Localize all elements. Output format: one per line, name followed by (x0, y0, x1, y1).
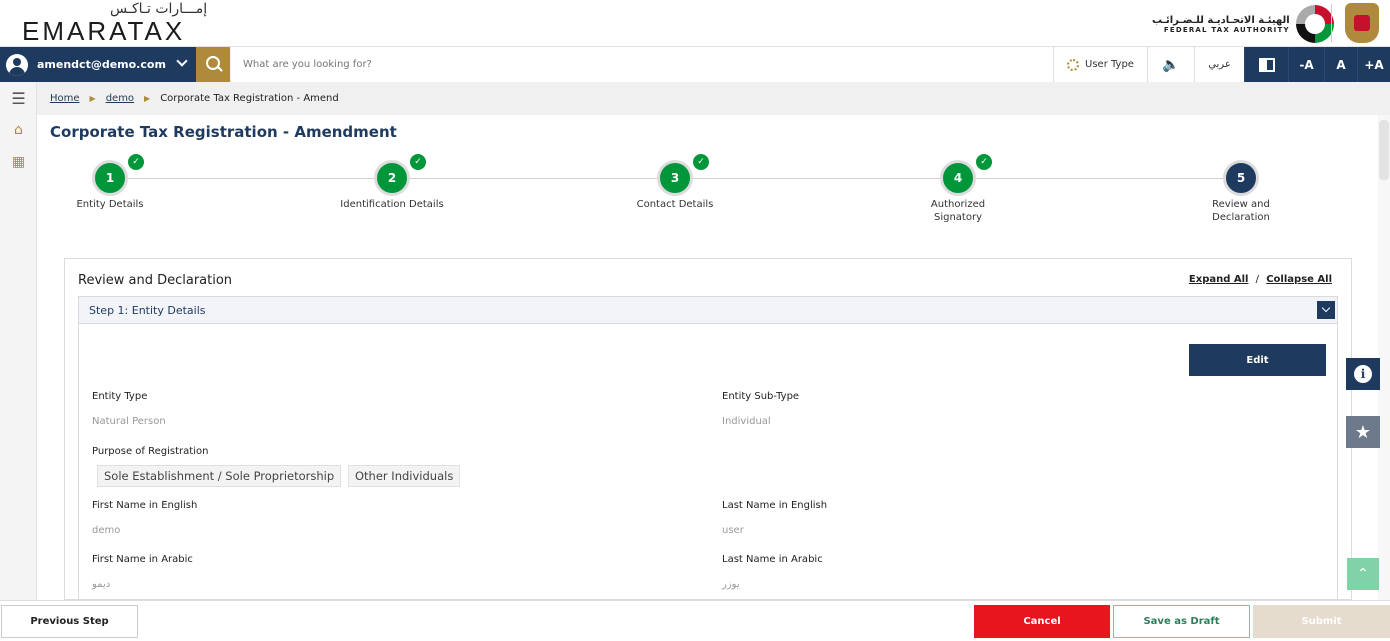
fta-english-name: FEDERAL TAX AUTHORITY (1163, 25, 1290, 34)
chevron-down-icon[interactable] (1317, 301, 1335, 319)
check-icon: ✓ (128, 154, 144, 170)
search-icon[interactable] (196, 47, 230, 82)
contrast-icon (1258, 57, 1275, 72)
expand-all-link[interactable]: Expand All (1189, 274, 1249, 285)
first-name-en-value: demo (92, 525, 121, 536)
user-type-label: User Type (1085, 59, 1134, 70)
chevron-down-icon (176, 55, 188, 67)
fta-emblem-icon (1295, 5, 1334, 43)
header-divider (1331, 4, 1332, 42)
step-label: Authorized Signatory (930, 199, 986, 223)
screen-reader-button[interactable]: 🔈 (1147, 47, 1194, 82)
menu-icon[interactable]: ☰ (0, 83, 37, 113)
fta-arabic-name: الهيئـة الاتحـاديـة للـضـرائـب (1152, 14, 1290, 26)
breadcrumb-separator-icon: ▶ (144, 94, 151, 103)
font-decrease-button[interactable]: -A (1288, 47, 1324, 82)
step-number: 1 (92, 160, 128, 196)
logo-arabic-text: إمـــارات تـاكـس (110, 1, 208, 17)
accordion-entity-details[interactable]: Step 1: Entity Details (78, 296, 1338, 324)
contrast-button[interactable] (1244, 47, 1288, 82)
footer-actions: Previous Step Cancel Save as Draft Submi… (0, 600, 1390, 641)
submit-button[interactable]: Submit (1253, 605, 1390, 638)
last-name-en-value: user (722, 525, 744, 536)
emaratax-logo[interactable]: إمـــارات تـاكـس EMARATAX (22, 2, 207, 46)
entity-type-value: Natural Person (92, 416, 166, 427)
star-icon: ★ (1354, 421, 1372, 443)
purpose-chip: Other Individuals (348, 465, 461, 487)
page-title: Corporate Tax Registration - Amendment (50, 123, 397, 141)
breadcrumb-current: Corporate Tax Registration - Amend (160, 93, 339, 104)
scroll-top-button[interactable]: ⌃ (1347, 558, 1379, 590)
user-avatar-icon (6, 53, 28, 76)
purpose-label: Purpose of Registration (92, 446, 209, 457)
step-number: 5 (1223, 160, 1259, 196)
step-number: 3 (657, 160, 693, 196)
first-name-en-label: First Name in English (92, 500, 198, 511)
cancel-button[interactable]: Cancel (974, 605, 1110, 638)
double-chevron-up-icon: ⌃ (1357, 566, 1369, 582)
entity-type-label: Entity Type (92, 391, 148, 402)
check-icon: ✓ (976, 154, 992, 170)
font-normal-button[interactable]: A (1324, 47, 1357, 82)
info-icon: i (1354, 365, 1372, 383)
navbar: amendct@demo.com User Type 🔈 عربي -A A +… (0, 47, 1390, 82)
expand-collapse-controls: Expand All / Collapse All (1189, 274, 1332, 285)
first-name-ar-label: First Name in Arabic (92, 554, 193, 565)
font-increase-button[interactable]: +A (1357, 47, 1390, 82)
breadcrumb-separator-icon: ▶ (89, 94, 96, 103)
gear-icon (1067, 58, 1080, 71)
last-name-ar-value: يوزر (722, 579, 740, 590)
accordion-title: Step 1: Entity Details (89, 303, 206, 317)
first-name-ar-value: ديمو (92, 579, 111, 590)
last-name-en-label: Last Name in English (722, 500, 828, 511)
step-label: Entity Details (76, 199, 144, 210)
uae-emblem-icon (1345, 3, 1379, 43)
entity-subtype-value: Individual (722, 416, 771, 427)
step-2[interactable]: 2 ✓ Identification Details (292, 154, 492, 211)
language-label: عربي (1208, 59, 1231, 70)
user-menu[interactable]: amendct@demo.com (0, 47, 196, 82)
top-header: إمـــارات تـاكـس EMARATAX الهيئـة الاتحـ… (0, 0, 1390, 47)
home-icon[interactable]: ⌂ (0, 115, 37, 145)
purpose-chip: Sole Establishment / Sole Proprietorship (97, 465, 342, 487)
edit-button[interactable]: Edit (1189, 344, 1326, 376)
step-label: Identification Details (340, 199, 444, 210)
save-draft-button[interactable]: Save as Draft (1113, 605, 1250, 638)
step-5[interactable]: 5 Review and Declaration (1141, 160, 1341, 224)
language-toggle[interactable]: عربي (1194, 47, 1244, 82)
entity-subtype-label: Entity Sub-Type (722, 391, 800, 402)
previous-step-button[interactable]: Previous Step (1, 605, 138, 638)
step-3[interactable]: 3 ✓ Contact Details (575, 154, 775, 211)
accordion-body: Edit Entity Type Natural Person Entity S… (78, 324, 1338, 601)
breadcrumb-demo[interactable]: demo (106, 93, 134, 104)
step-4[interactable]: 4 ✓ Authorized Signatory (858, 154, 1058, 224)
expand-collapse-separator: / (1255, 274, 1260, 285)
collapse-all-link[interactable]: Collapse All (1266, 274, 1332, 285)
last-name-ar-label: Last Name in Arabic (722, 554, 823, 565)
step-label: Contact Details (636, 199, 714, 210)
speaker-icon: 🔈 (1162, 56, 1180, 73)
search-input[interactable] (231, 47, 1053, 82)
step-number: 2 (374, 160, 410, 196)
user-type-button[interactable]: User Type (1053, 47, 1147, 82)
logo-english-text: EMARATAX (22, 16, 186, 46)
check-icon: ✓ (410, 154, 426, 170)
info-button[interactable]: i (1346, 358, 1380, 390)
step-number: 4 (940, 160, 976, 196)
scrollbar-thumb[interactable] (1379, 120, 1389, 180)
check-icon: ✓ (693, 154, 709, 170)
user-email: amendct@demo.com (37, 58, 166, 71)
breadcrumb-home[interactable]: Home (50, 93, 80, 104)
fta-logo: الهيئـة الاتحـاديـة للـضـرائـب FEDERAL T… (1152, 5, 1334, 43)
step-label: Review and Declaration (1212, 199, 1270, 223)
breadcrumb: Home ▶ demo ▶ Corporate Tax Registration… (37, 82, 1390, 115)
review-card: Review and Declaration Expand All / Coll… (64, 258, 1352, 601)
step-1[interactable]: 1 ✓ Entity Details (10, 154, 210, 211)
favorite-button[interactable]: ★ (1346, 416, 1380, 448)
review-title: Review and Declaration (78, 273, 233, 288)
